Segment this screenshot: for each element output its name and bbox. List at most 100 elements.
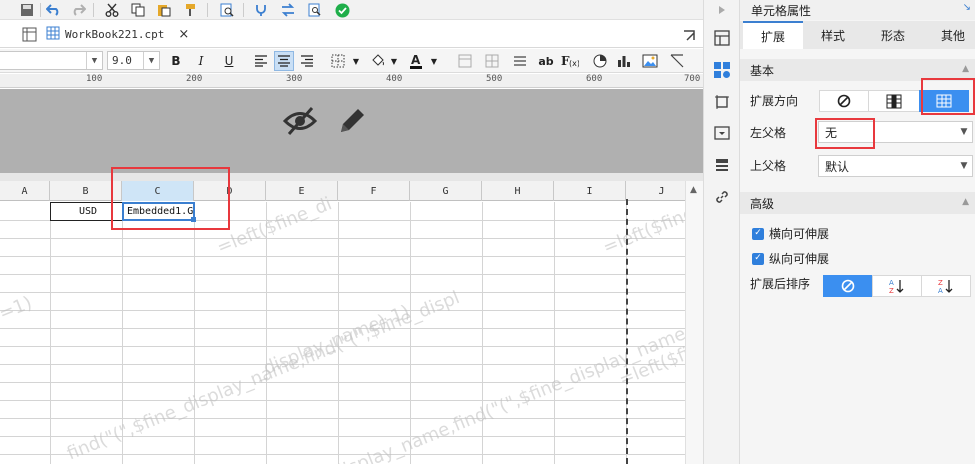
- chevron-down-icon: ▼: [960, 127, 968, 137]
- svg-text:A: A: [411, 53, 421, 67]
- image-button[interactable]: [640, 51, 660, 71]
- align-right-button[interactable]: [297, 51, 317, 71]
- tab-menu-icon[interactable]: [680, 26, 698, 44]
- copy-icon[interactable]: [129, 1, 147, 19]
- left-parent-select[interactable]: 无 ▼: [818, 121, 973, 143]
- section-advanced[interactable]: 高级 ▲: [740, 192, 975, 214]
- sort-descending-button[interactable]: ZA: [921, 275, 971, 297]
- hidden-eye-icon[interactable]: [282, 104, 318, 138]
- search-doc-icon[interactable]: [306, 1, 324, 19]
- workbook-tab-label: WorkBook221.cpt: [65, 28, 165, 41]
- hidden-rows-area: [0, 89, 703, 173]
- undo-icon[interactable]: [45, 1, 63, 19]
- cut-icon[interactable]: [103, 1, 121, 19]
- column-header-a[interactable]: A: [0, 181, 50, 201]
- cell-c1-selected[interactable]: Embedded1.G: [122, 202, 196, 222]
- upper-parent-select[interactable]: 默认 ▼: [818, 155, 973, 177]
- scroll-up-icon[interactable]: ▲: [690, 185, 697, 195]
- column-header-h[interactable]: H: [482, 181, 554, 201]
- format-toolbar: ▼ 9.0 ▼ B I U ▼ ▼ A ▼ ab F (x): [0, 49, 703, 73]
- column-header: A B C D E F G H I J: [0, 181, 703, 201]
- vertical-scrollbar[interactable]: ▲: [685, 181, 703, 464]
- column-header-d[interactable]: D: [194, 181, 266, 201]
- column-header-c[interactable]: C: [122, 181, 194, 201]
- cell-grid[interactable]: USD Embedded1.G: [0, 202, 703, 464]
- align-center-button[interactable]: [274, 51, 294, 71]
- sort-toggle: AZ ZA: [823, 275, 971, 297]
- formula-button[interactable]: F (x): [560, 51, 580, 71]
- border-button[interactable]: [328, 51, 348, 71]
- svg-text:A: A: [938, 287, 943, 294]
- svg-text:A: A: [889, 279, 894, 287]
- unmerge-cells-button[interactable]: [482, 51, 502, 71]
- underline-button[interactable]: U: [219, 51, 239, 71]
- insert-row-button[interactable]: [510, 51, 530, 71]
- slash-line-button[interactable]: [667, 51, 687, 71]
- workbook-file-icon: [46, 26, 60, 43]
- check-icon[interactable]: [333, 1, 351, 19]
- chevron-up-icon: ▲: [962, 64, 969, 74]
- list-icon[interactable]: [712, 155, 732, 175]
- fill-handle[interactable]: [191, 217, 196, 222]
- area-divider: [0, 173, 703, 181]
- column-header-g[interactable]: G: [410, 181, 482, 201]
- text-ab-button[interactable]: ab: [536, 51, 556, 71]
- redo-icon[interactable]: [69, 1, 87, 19]
- font-size-select[interactable]: 9.0 ▼: [107, 51, 160, 70]
- merge-cells-button[interactable]: [455, 51, 475, 71]
- preview-icon[interactable]: [218, 1, 236, 19]
- sort-none-button[interactable]: [823, 275, 873, 297]
- tab-expand[interactable]: 扩展: [743, 21, 803, 49]
- pin-icon[interactable]: ↘: [963, 2, 971, 13]
- panel-title: 单元格属性: [740, 0, 975, 20]
- upper-parent-value: 默认: [825, 159, 850, 174]
- save-icon[interactable]: [18, 1, 36, 19]
- font-family-select[interactable]: ▼: [0, 51, 103, 70]
- template-icon[interactable]: [712, 28, 732, 48]
- ruler-label: 100: [86, 74, 103, 84]
- expand-horizontal-button[interactable]: [919, 90, 969, 112]
- tab-style[interactable]: 样式: [803, 21, 863, 49]
- sort-ascending-button[interactable]: AZ: [872, 275, 922, 297]
- cell-attributes-icon[interactable]: [712, 60, 732, 80]
- border-dropdown-icon[interactable]: ▼: [346, 51, 366, 71]
- connect-icon[interactable]: [252, 1, 270, 19]
- expand-none-button[interactable]: [819, 90, 869, 112]
- horizontal-expandable-checkbox[interactable]: ✓ 横向可伸展: [752, 225, 829, 242]
- tab-other[interactable]: 其他: [923, 21, 975, 49]
- bar-chart-button[interactable]: [614, 51, 634, 71]
- tab-shape[interactable]: 形态: [863, 21, 923, 49]
- format-painter-icon[interactable]: [181, 1, 199, 19]
- fill-dropdown-icon[interactable]: ▼: [384, 51, 404, 71]
- horizontal-expandable-label: 横向可伸展: [769, 227, 830, 241]
- expand-vertical-button[interactable]: [868, 90, 920, 112]
- widget-icon[interactable]: [712, 123, 732, 143]
- align-left-button[interactable]: [251, 51, 271, 71]
- column-header-i[interactable]: I: [554, 181, 626, 201]
- close-tab-icon[interactable]: ×: [178, 27, 189, 42]
- paste-icon[interactable]: [155, 1, 173, 19]
- cell-b1[interactable]: USD: [50, 202, 123, 221]
- vertical-expandable-checkbox[interactable]: ✓ 纵向可伸展: [752, 250, 829, 267]
- checkbox-checked-icon: ✓: [752, 252, 764, 265]
- chevron-up-icon: ▲: [962, 197, 969, 207]
- column-header-f[interactable]: F: [338, 181, 410, 201]
- pie-chart-button[interactable]: [590, 51, 610, 71]
- collapse-panel-icon[interactable]: [712, 0, 732, 20]
- frame-icon[interactable]: [712, 92, 732, 112]
- section-basic-label: 基本: [750, 63, 775, 78]
- edit-pencil-icon[interactable]: [335, 104, 369, 138]
- column-header-e[interactable]: E: [266, 181, 338, 201]
- column-header-b[interactable]: B: [50, 181, 122, 201]
- add-sheet-icon[interactable]: [20, 25, 38, 43]
- bold-button[interactable]: B: [166, 51, 186, 71]
- switch-icon[interactable]: [279, 1, 297, 19]
- section-basic[interactable]: 基本 ▲: [740, 59, 975, 81]
- svg-text:(x): (x): [569, 59, 579, 68]
- spreadsheet[interactable]: A B C D E F G H I J USD Embedded1.G =lef…: [0, 181, 703, 464]
- workbook-tab[interactable]: WorkBook221.cpt ×: [40, 21, 195, 48]
- link-icon[interactable]: [712, 187, 732, 207]
- italic-button[interactable]: I: [191, 51, 211, 71]
- font-color-dropdown-icon[interactable]: ▼: [424, 51, 444, 71]
- font-color-button[interactable]: A: [406, 51, 426, 71]
